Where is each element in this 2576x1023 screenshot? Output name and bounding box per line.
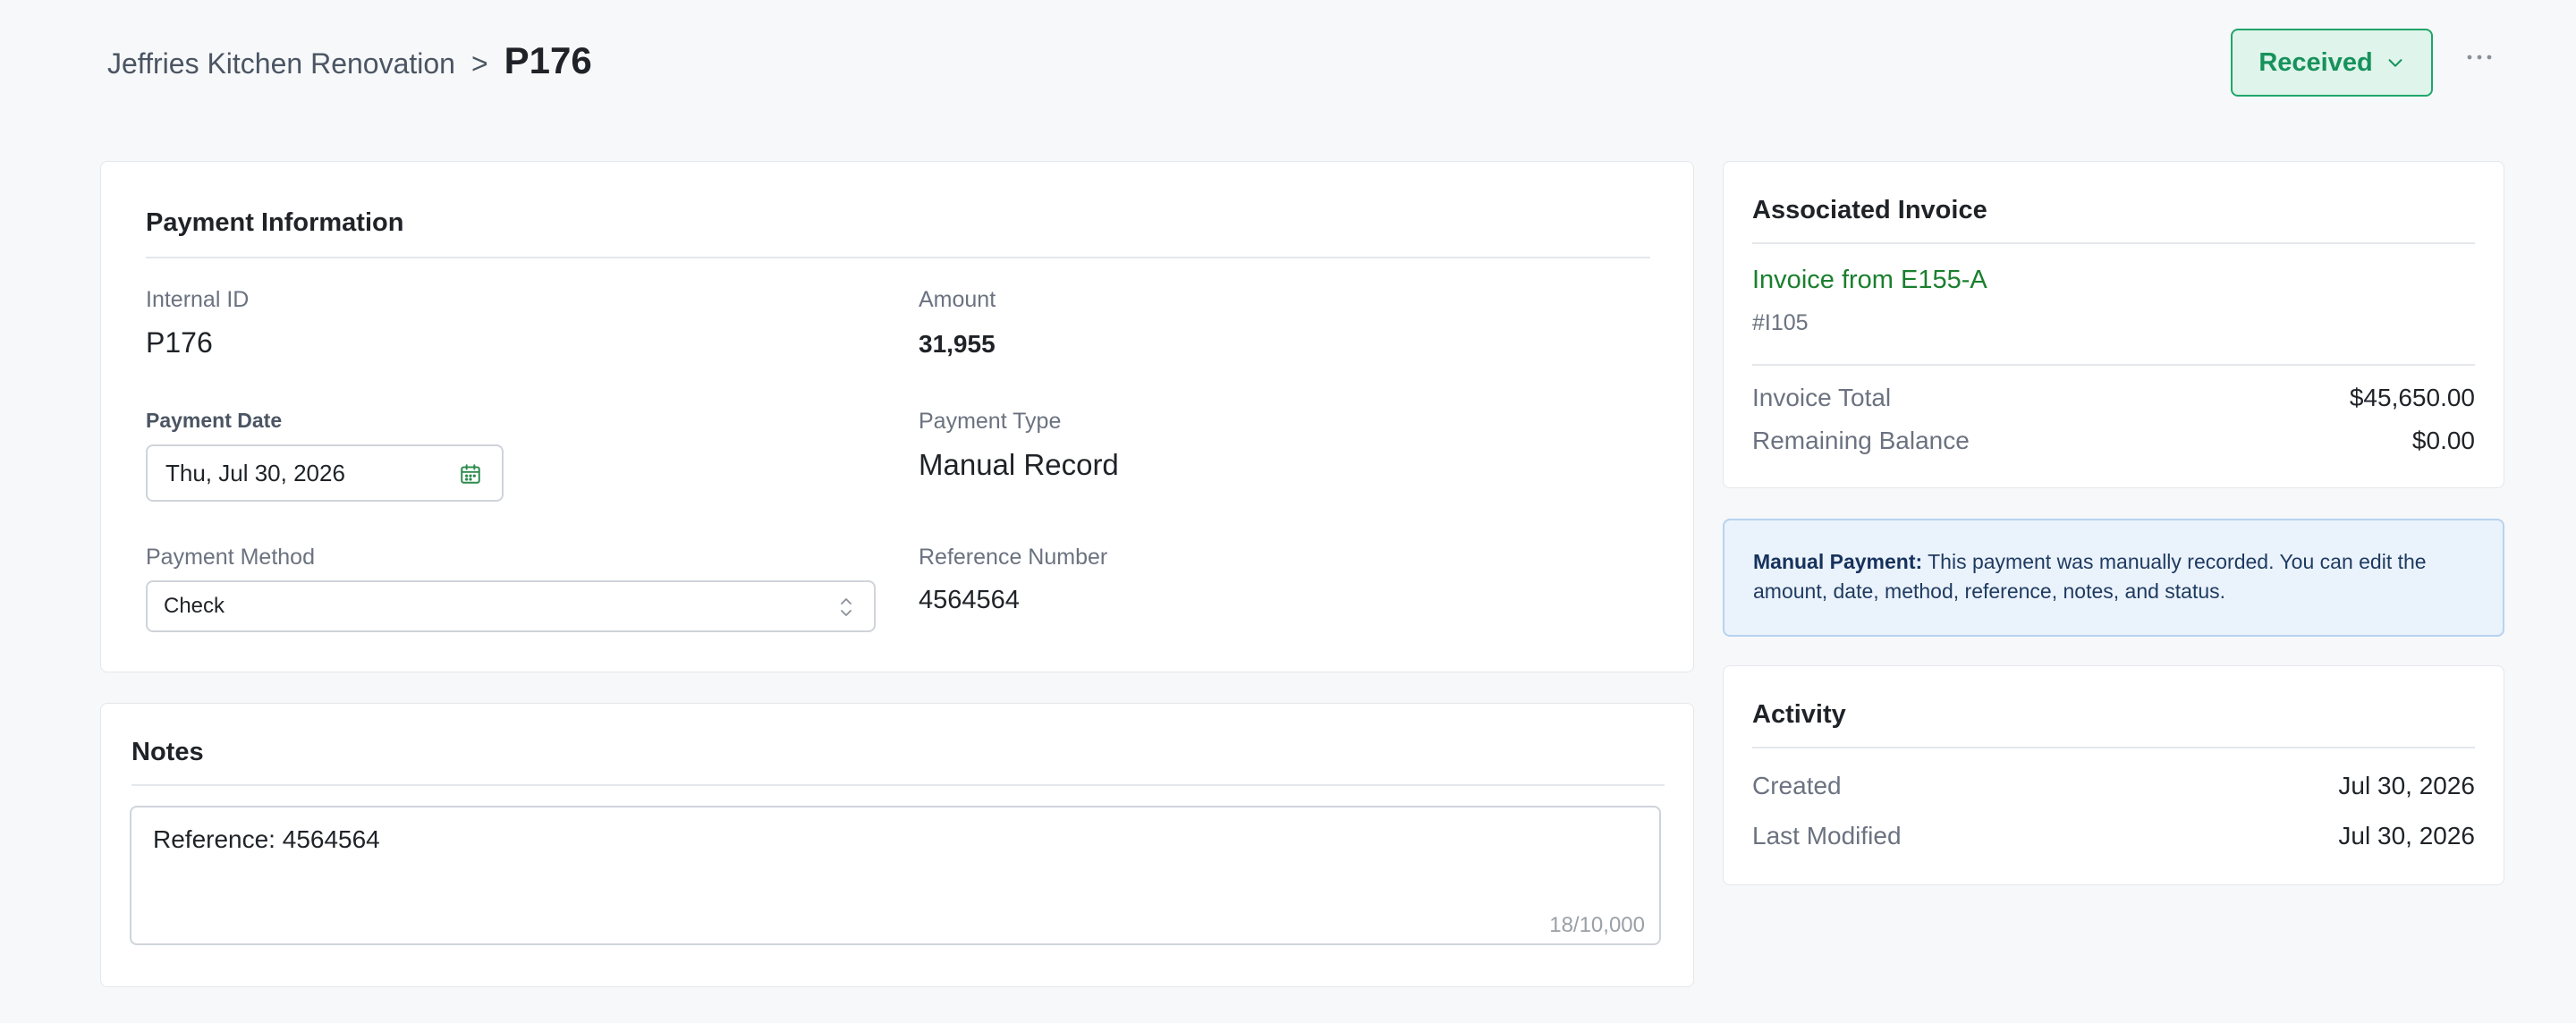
internal-id-value: P176 xyxy=(146,326,213,359)
payment-type-label: Payment Type xyxy=(919,409,1062,434)
reference-number-label: Reference Number xyxy=(919,545,1108,570)
card-divider xyxy=(1752,242,2475,244)
payment-date-label: Payment Date xyxy=(146,409,283,432)
updown-chevron-icon xyxy=(841,598,852,616)
remaining-balance-value: $0.00 xyxy=(2411,427,2475,454)
breadcrumb-separator: > xyxy=(470,47,488,80)
more-options-button[interactable] xyxy=(2460,39,2499,75)
amount-value: 31,955 xyxy=(919,330,996,358)
card-divider xyxy=(1752,364,2475,366)
card-divider xyxy=(1752,747,2475,748)
notes-textarea[interactable]: Reference: 4564564 18/10,000 xyxy=(130,806,1661,945)
payment-method-select[interactable]: Check xyxy=(146,580,876,632)
chevron-down-icon xyxy=(2388,59,2402,67)
calendar-icon[interactable] xyxy=(459,462,482,486)
card-divider xyxy=(146,257,1650,258)
invoice-link[interactable]: Invoice from E155-A xyxy=(1752,266,1987,295)
created-row: Created Jul 30, 2026 xyxy=(1752,772,2475,800)
notes-title: Notes xyxy=(131,738,204,766)
status-dropdown-button[interactable]: Received xyxy=(2231,29,2433,97)
page-header: Jeffries Kitchen Renovation > P176 Recei… xyxy=(0,0,2576,125)
page-title: P176 xyxy=(504,39,592,81)
remaining-balance-label: Remaining Balance xyxy=(1752,427,1970,454)
internal-id-label: Internal ID xyxy=(146,287,250,312)
invoice-total-value: $45,650.00 xyxy=(2349,384,2475,411)
amount-label: Amount xyxy=(919,287,996,312)
payment-date-value: Thu, Jul 30, 2026 xyxy=(165,459,345,486)
notice-heading: Manual Payment: xyxy=(1753,550,1923,573)
notes-text: Reference: 4564564 xyxy=(153,825,380,853)
payment-date-field[interactable]: Thu, Jul 30, 2026 xyxy=(146,444,504,502)
created-value: Jul 30, 2026 xyxy=(2338,772,2475,799)
invoice-number: #I105 xyxy=(1752,310,1809,335)
activity-title: Activity xyxy=(1752,700,1846,729)
breadcrumb-parent-link[interactable]: Jeffries Kitchen Renovation xyxy=(107,47,455,80)
more-horizontal-icon xyxy=(2467,55,2492,60)
payment-method-label: Payment Method xyxy=(146,545,315,570)
last-modified-row: Last Modified Jul 30, 2026 xyxy=(1752,822,2475,850)
notes-card: Notes Reference: 4564564 18/10,000 xyxy=(100,703,1694,987)
payment-information-title: Payment Information xyxy=(146,208,404,237)
status-label: Received xyxy=(2258,47,2373,77)
created-label: Created xyxy=(1752,772,1842,799)
reference-number-value: 4564564 xyxy=(919,586,1020,614)
breadcrumb: Jeffries Kitchen Renovation > P176 xyxy=(107,39,592,82)
invoice-total-label: Invoice Total xyxy=(1752,384,1892,411)
activity-card: Activity Created Jul 30, 2026 Last Modif… xyxy=(1723,665,2504,885)
payment-type-value: Manual Record xyxy=(919,448,1119,481)
associated-invoice-title: Associated Invoice xyxy=(1752,196,1987,224)
last-modified-label: Last Modified xyxy=(1752,822,1902,850)
invoice-total-row: Invoice Total $45,650.00 xyxy=(1752,384,2475,412)
associated-invoice-card: Associated Invoice Invoice from E155-A #… xyxy=(1723,161,2504,488)
payment-method-value: Check xyxy=(164,594,225,618)
remaining-balance-row: Remaining Balance $0.00 xyxy=(1752,427,2475,455)
character-counter: 18/10,000 xyxy=(1549,913,1645,937)
payment-information-card: Payment Information Internal ID P176 Amo… xyxy=(100,161,1694,672)
manual-payment-notice: Manual Payment: This payment was manuall… xyxy=(1723,519,2504,637)
last-modified-value: Jul 30, 2026 xyxy=(2338,822,2475,850)
card-divider xyxy=(131,784,1665,786)
